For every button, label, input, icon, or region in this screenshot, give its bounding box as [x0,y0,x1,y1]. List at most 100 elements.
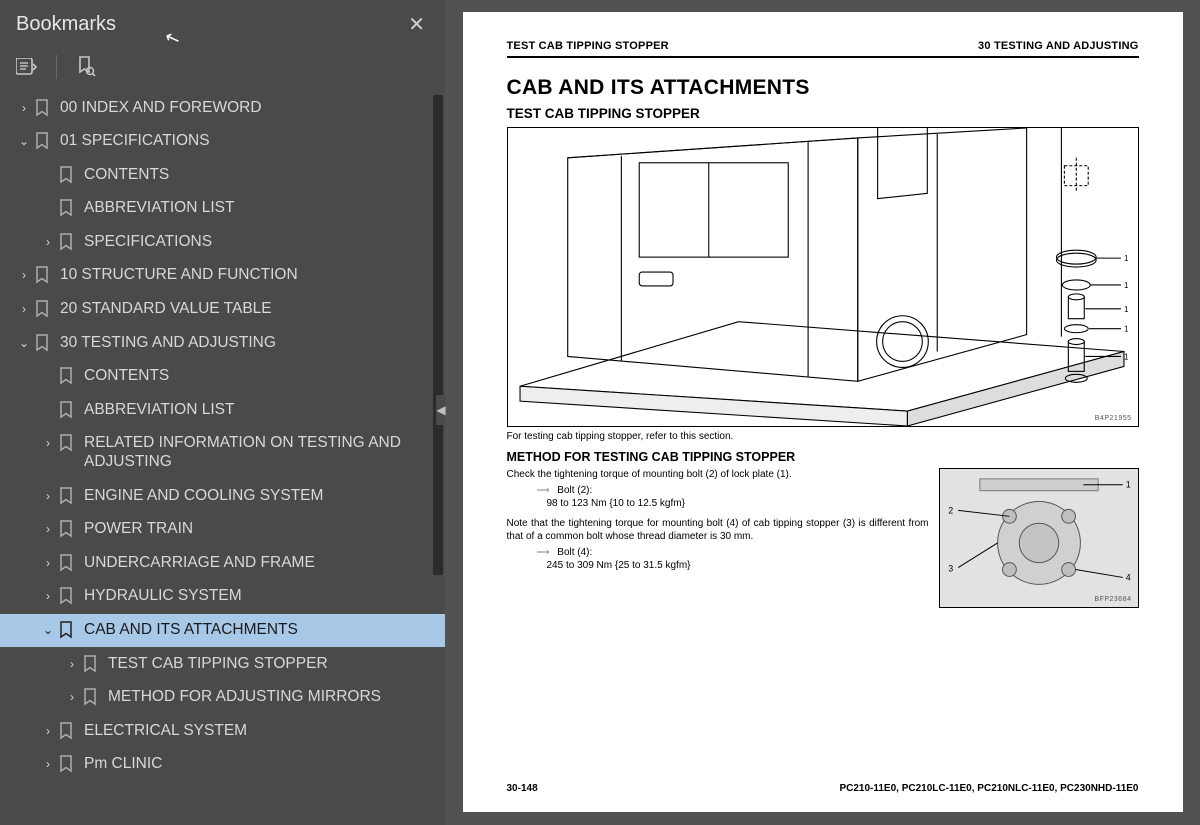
bookmark-item[interactable]: ⌄ CAB AND ITS ATTACHMENTS [0,614,445,648]
divider [56,55,57,79]
chevron-right-icon[interactable]: › [40,724,56,738]
bookmark-label: CONTENTS [84,367,437,386]
bookmark-tree: › 00 INDEX AND FOREWORD ⌄ 01 SPECIFICATIONS… [0,91,445,825]
method-para-1: Check the tightening torque of mounting … [507,468,929,482]
bookmark-item[interactable]: › 20 STANDARD VALUE TABLE [0,293,445,327]
method-text-block: Check the tightening torque of mounting … [507,468,929,608]
options-icon[interactable] [16,56,38,78]
chevron-right-icon[interactable]: › [16,101,32,115]
bookmark-item[interactable]: ⌄ 30 TESTING AND ADJUSTING [0,326,445,360]
chevron-right-icon[interactable]: › [40,489,56,503]
bookmark-label: 30 TESTING AND ADJUSTING [60,334,437,353]
bookmark-label: ABBREVIATION LIST [84,401,437,420]
bookmark-item[interactable]: ›UNDERCARRIAGE AND FRAME [0,546,445,580]
bookmark-label: ELECTRICAL SYSTEM [84,722,437,741]
bookmark-icon [56,520,76,538]
bookmark-label: 20 STANDARD VALUE TABLE [60,300,437,319]
bookmark-label: RELATED INFORMATION ON TESTING AND ADJUS… [84,434,437,471]
bookmark-item[interactable]: CONTENTS [0,360,445,394]
svg-text:3: 3 [948,564,953,574]
page-h2: TEST CAB TIPPING STOPPER [507,106,1139,121]
bookmark-icon [56,401,76,419]
bookmark-icon [56,166,76,184]
bookmark-label: 00 INDEX AND FOREWORD [60,99,437,118]
page-h1: CAB AND ITS ATTACHMENTS [507,76,1139,100]
bookmark-icon [80,655,100,673]
bookmark-label: ABBREVIATION LIST [84,199,437,218]
svg-text:1: 1 [1123,305,1128,314]
bookmark-icon [56,367,76,385]
chevron-down-icon[interactable]: ⌄ [16,336,32,350]
bookmark-item[interactable]: › Pm CLINIC [0,748,445,782]
bookmark-item[interactable]: ABBREVIATION LIST [0,192,445,226]
running-head-left: TEST CAB TIPPING STOPPER [507,40,669,52]
chevron-down-icon[interactable]: ⌄ [16,134,32,148]
bookmark-item[interactable]: ›POWER TRAIN [0,513,445,547]
bookmark-item[interactable]: › RELATED INFORMATION ON TESTING AND ADJU… [0,427,445,479]
scrollbar[interactable] [433,95,443,825]
bookmark-icon [56,621,76,639]
bookmark-icon [56,755,76,773]
svg-text:1: 1 [1123,281,1128,290]
chevron-right-icon[interactable]: › [40,757,56,771]
bookmark-label: CONTENTS [84,166,437,185]
close-icon[interactable]: ✕ [404,8,429,41]
bookmark-icon [56,722,76,740]
bookmark-label: 10 STRUCTURE AND FUNCTION [60,266,437,285]
bookmark-item[interactable]: › TEST CAB TIPPING STOPPER [0,647,445,681]
figure-code: BFP23684 [1094,596,1131,603]
svg-text:1: 1 [1123,325,1128,334]
bolt2-value: 98 to 123 Nm {10 to 12.5 kgfm} [547,498,685,509]
bookmark-item[interactable]: › SPECIFICATIONS [0,225,445,259]
bookmark-item[interactable]: › ELECTRICAL SYSTEM [0,714,445,748]
svg-text:1: 1 [1123,254,1128,263]
scroll-thumb[interactable] [433,95,443,575]
chevron-right-icon[interactable]: › [40,436,56,450]
bookmark-item[interactable]: › 10 STRUCTURE AND FUNCTION [0,259,445,293]
bookmark-label: SPECIFICATIONS [84,233,437,252]
bookmarks-panel: ↖ Bookmarks ✕ ›00 INDEX AND FOREWORD⌄01 … [0,0,445,825]
bookmark-icon [32,99,52,117]
running-head-right: 30 TESTING AND ADJUSTING [978,40,1138,52]
bolt2-label: Bolt (2): [557,485,592,496]
bolt4-value: 245 to 309 Nm {25 to 31.5 kgfm} [547,560,691,571]
detail-figure: 2 3 1 4 BFP23684 [939,468,1139,608]
panel-toolbar [0,47,445,91]
method-para-2: Note that the tightening torque for moun… [507,517,929,544]
chevron-down-icon[interactable]: ⌄ [40,623,56,637]
bolt4-label: Bolt (4): [557,547,592,558]
bookmark-item[interactable]: ⌄ 01 SPECIFICATIONS [0,125,445,159]
bookmark-icon [32,266,52,284]
bookmark-label: 01 SPECIFICATIONS [60,132,437,151]
find-bookmark-icon[interactable] [75,56,97,78]
collapse-panel-icon[interactable]: ◀ [436,395,446,425]
chevron-right-icon[interactable]: › [40,589,56,603]
bookmark-label: TEST CAB TIPPING STOPPER [108,655,437,674]
svg-text:2: 2 [948,505,953,515]
bookmark-icon [32,334,52,352]
bookmark-item[interactable]: CONTENTS [0,158,445,192]
chevron-right-icon[interactable]: › [40,556,56,570]
chevron-right-icon[interactable]: › [40,235,56,249]
bookmark-item[interactable]: ›HYDRAULIC SYSTEM [0,580,445,614]
cab-diagram: 1 1 1 1 1 B4P21955 [507,127,1139,427]
chevron-right-icon[interactable]: › [64,690,80,704]
bookmark-label: Pm CLINIC [84,755,437,774]
svg-text:4: 4 [1125,572,1130,582]
panel-title: Bookmarks [16,13,116,36]
bookmark-item[interactable]: ABBREVIATION LIST [0,393,445,427]
document-page: TEST CAB TIPPING STOPPER 30 TESTING AND … [463,12,1183,812]
bookmark-icon [56,434,76,452]
chevron-right-icon[interactable]: › [16,302,32,316]
bookmark-icon [56,233,76,251]
document-viewport[interactable]: TEST CAB TIPPING STOPPER 30 TESTING AND … [445,0,1200,825]
chevron-right-icon[interactable]: › [40,522,56,536]
bookmark-item[interactable]: ›ENGINE AND COOLING SYSTEM [0,479,445,513]
chevron-right-icon[interactable]: › [16,268,32,282]
bookmark-item[interactable]: ›METHOD FOR ADJUSTING MIRRORS [0,681,445,715]
bookmark-item[interactable]: › 00 INDEX AND FOREWORD [0,91,445,125]
chevron-right-icon[interactable]: › [64,657,80,671]
bookmark-label: CAB AND ITS ATTACHMENTS [84,621,437,640]
bookmark-icon [56,554,76,572]
bookmark-icon [56,587,76,605]
